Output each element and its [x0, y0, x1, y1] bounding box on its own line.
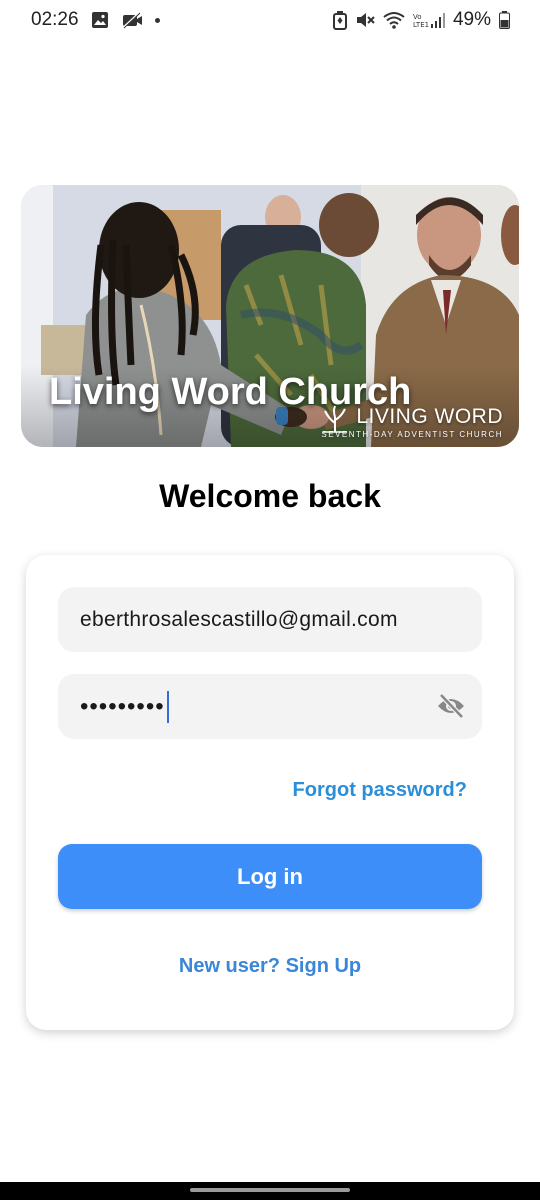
- battery-saver-icon: [332, 10, 347, 30]
- church-logo: LIVING WORD SEVENTH-DAY ADVENTIST CHURCH: [321, 405, 503, 439]
- eye-off-icon[interactable]: [436, 692, 466, 726]
- welcome-heading: Welcome back: [159, 478, 381, 514]
- notification-dot: [154, 17, 160, 23]
- home-gesture-handle[interactable]: [190, 1188, 350, 1192]
- status-time: 02:26: [31, 9, 79, 30]
- forgot-password-link[interactable]: Forgot password?: [293, 779, 467, 802]
- status-bar: 02:26 Vo LTE1 49%: [0, 0, 540, 40]
- text-caret: [166, 690, 169, 723]
- battery-icon: [499, 11, 510, 29]
- password-mask: •••••••••: [80, 692, 165, 720]
- login-button[interactable]: Log in: [58, 844, 482, 909]
- wifi-icon: [383, 11, 405, 29]
- signup-link[interactable]: New user? Sign Up: [26, 955, 514, 978]
- status-right: Vo LTE1 49%: [332, 9, 510, 31]
- email-field[interactable]: eberthrosalescastillo@gmail.com: [58, 587, 482, 652]
- battery-percentage: 49%: [452, 9, 491, 30]
- mute-icon: [355, 11, 375, 29]
- email-value: eberthrosalescastillo@gmail.com: [80, 607, 398, 631]
- password-field[interactable]: •••••••••: [58, 674, 482, 739]
- church-logo-text: LIVING WORD: [356, 405, 503, 428]
- login-button-label: Log in: [237, 863, 303, 889]
- volte-signal-icon: Vo LTE1: [413, 11, 445, 29]
- login-screen: 02:26 Vo LTE1 49% Living Word Church LIV…: [0, 0, 540, 1200]
- hero-banner: Living Word Church LIVING WORD SEVENTH-D…: [21, 185, 519, 447]
- login-card: eberthrosalescastillo@gmail.com ••••••••…: [26, 555, 514, 1030]
- status-left: 02:26: [31, 9, 160, 31]
- image-icon: [91, 11, 109, 29]
- church-logo-main: LIVING WORD: [321, 405, 503, 433]
- svg-text:LTE1: LTE1: [413, 21, 429, 29]
- navigation-bar: [0, 1182, 540, 1200]
- svg-text:Vo: Vo: [413, 13, 422, 21]
- camera-off-icon: [121, 11, 143, 29]
